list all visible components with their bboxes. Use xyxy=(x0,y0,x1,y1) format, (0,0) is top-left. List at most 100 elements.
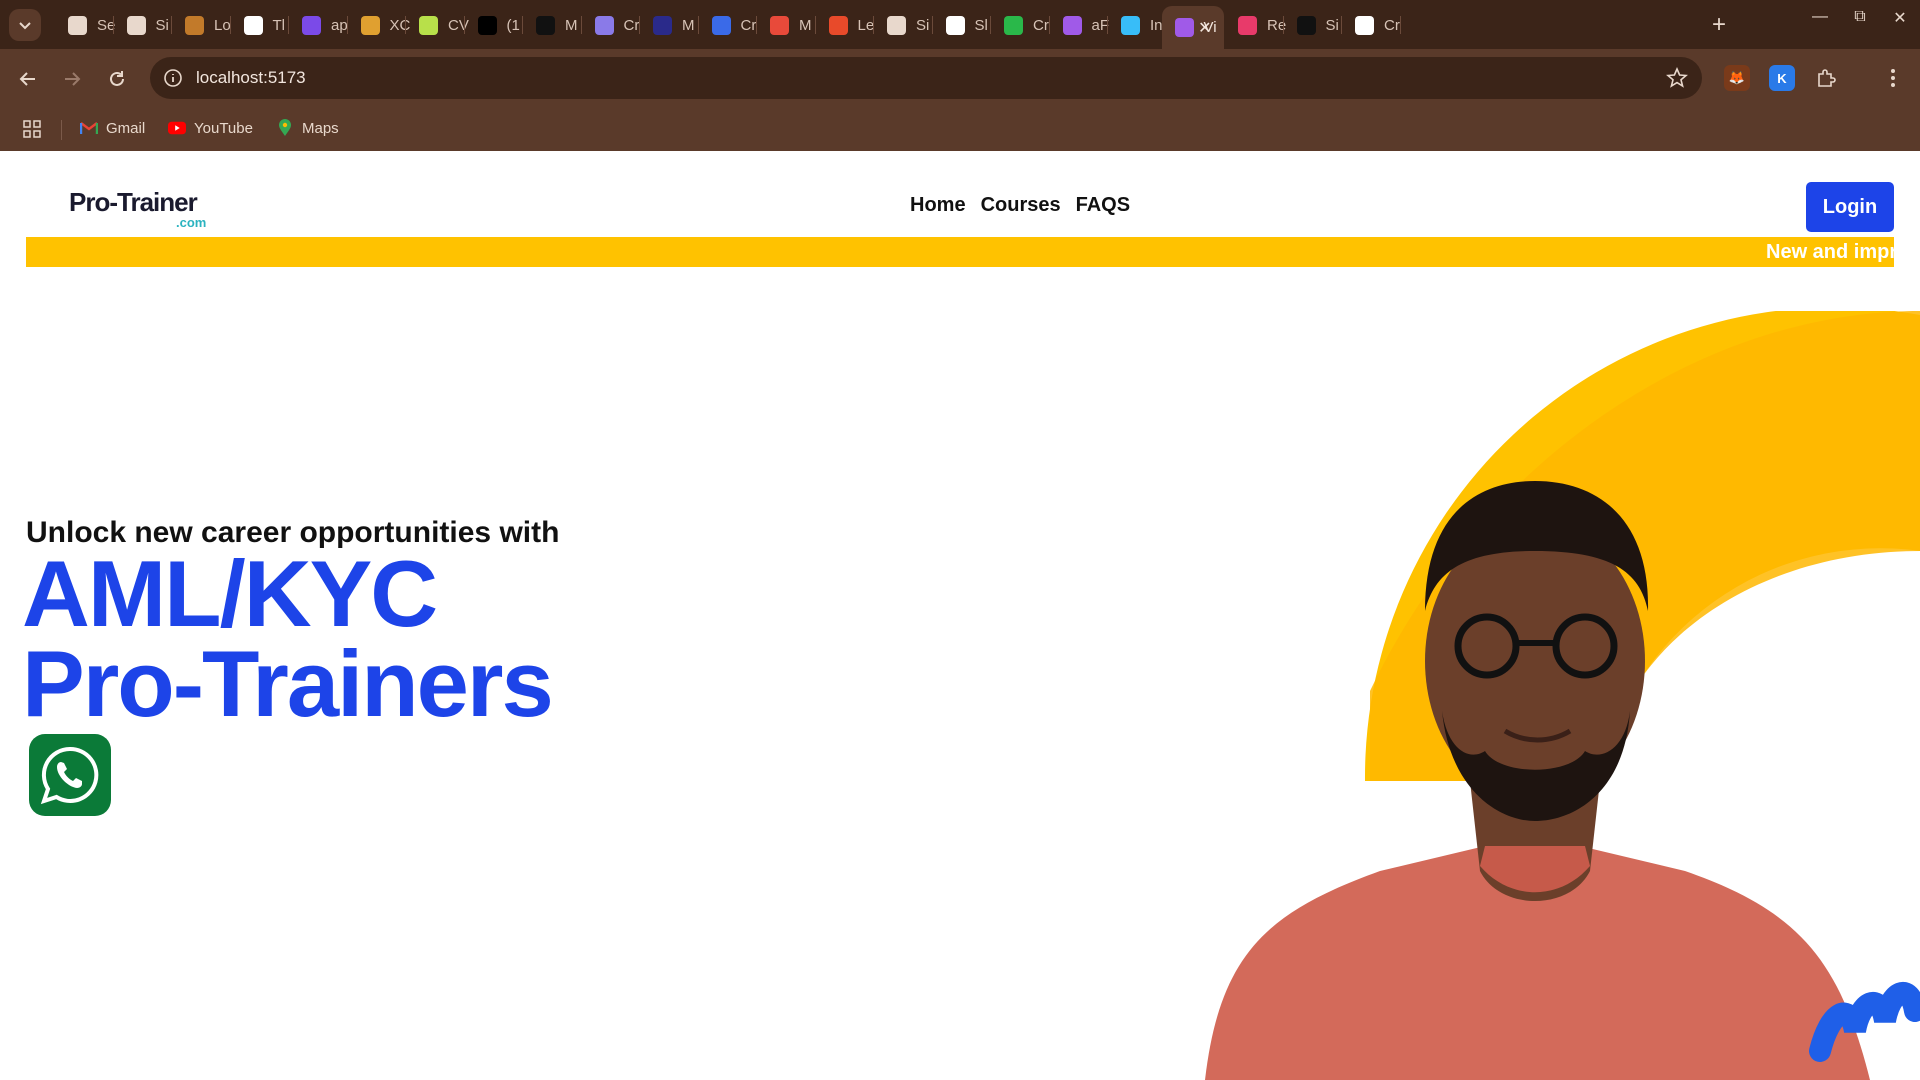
forward-button[interactable] xyxy=(56,63,88,95)
logo-name: Pro-Trainer xyxy=(69,187,198,217)
browser-tab[interactable]: (1 xyxy=(465,10,523,40)
browser-tab[interactable]: M xyxy=(523,10,582,40)
browser-tab-label: Si xyxy=(916,16,930,34)
bookmark-gmail[interactable]: Gmail xyxy=(80,119,145,137)
address-bar[interactable]: localhost:5173 xyxy=(150,57,1702,99)
chevron-down-icon xyxy=(19,22,31,30)
fox-extension-icon[interactable]: 🦊 xyxy=(1724,65,1750,91)
github-icon xyxy=(945,15,965,35)
browser-tab[interactable]: Sl xyxy=(933,10,991,40)
circle-logo-icon xyxy=(185,15,204,35)
browser-tab-label: Cr xyxy=(1384,16,1400,34)
floppy-icon xyxy=(594,15,614,35)
browser-tab[interactable]: Tl xyxy=(231,10,289,40)
ticker-text: New and impr xyxy=(1766,241,1894,263)
restore-window-button[interactable]: ⧉ xyxy=(1840,8,1880,26)
browser-tab[interactable]: Re xyxy=(1225,10,1286,40)
close-tab-icon[interactable]: ✕ xyxy=(1198,18,1211,38)
browser-tab[interactable]: Cr xyxy=(582,10,640,40)
bookmark-maps-label: Maps xyxy=(302,119,339,137)
c-logo-icon xyxy=(1004,15,1023,35)
browser-tab[interactable]: Le xyxy=(816,10,874,40)
browser-tab[interactable]: Vi ✕ xyxy=(1161,6,1224,49)
site-logo[interactable]: Pro-Trainer .com xyxy=(69,187,206,230)
browser-toolbar: localhost:5173 🦊 K xyxy=(0,49,1920,108)
browser-tab[interactable]: Si xyxy=(114,10,172,40)
browser-tab[interactable]: aF xyxy=(1050,10,1109,40)
nav-home-link[interactable]: Home xyxy=(910,194,966,217)
bookmarks-bar: Gmail YouTube Maps xyxy=(0,108,1920,151)
browser-tab-strip: Se Si Lo Tl ap XC CV (1 M Cr M Cr M Le Si Sl Cr aF In Vi ✕ Re… xyxy=(0,0,1920,49)
command-icon xyxy=(1062,15,1082,35)
nav-courses-link[interactable]: Courses xyxy=(981,194,1061,217)
browser-menu-kebab-icon[interactable] xyxy=(1880,65,1906,91)
whatsapp-button[interactable] xyxy=(29,734,111,816)
browser-tab-label: Tl xyxy=(272,16,286,34)
browser-tab-label: M xyxy=(682,16,695,34)
browser-tab-label: Si xyxy=(1325,16,1339,34)
hero-illustration xyxy=(1205,311,1920,1080)
bookmark-youtube[interactable]: YouTube xyxy=(168,119,253,137)
bookmark-youtube-label: YouTube xyxy=(194,119,253,137)
new-tab-button[interactable]: + xyxy=(1704,10,1734,40)
browser-tab-label: M xyxy=(799,16,812,34)
k-extension-icon[interactable]: K xyxy=(1769,65,1795,91)
gmail-m-icon xyxy=(770,15,789,35)
browser-tab-label: Cr xyxy=(740,16,757,34)
back-button[interactable] xyxy=(12,63,44,95)
globe-icon xyxy=(887,15,906,35)
cv-logo-icon xyxy=(419,15,438,35)
extensions-puzzle-icon[interactable] xyxy=(1813,65,1839,91)
tab-separator xyxy=(1399,16,1401,34)
browser-tab[interactable]: M xyxy=(640,10,699,40)
x-twitter-icon xyxy=(477,15,497,35)
logo-domain: .com xyxy=(176,215,207,230)
ring-logo-icon xyxy=(653,15,672,35)
browser-tab[interactable]: Si xyxy=(874,10,933,40)
browser-tab[interactable]: XC xyxy=(348,10,410,40)
browser-tab[interactable]: Cr xyxy=(699,10,757,40)
bookmark-maps[interactable]: Maps xyxy=(276,119,339,137)
hero-title: AML/KYC Pro-Trainers xyxy=(22,541,554,736)
browser-tab[interactable]: Se xyxy=(55,10,115,40)
hero-title-line-1: AML/KYC xyxy=(22,541,438,646)
nav-faqs-link[interactable]: FAQS xyxy=(1076,194,1130,217)
browser-tab[interactable]: M xyxy=(757,10,816,40)
main-nav: Home Courses FAQS xyxy=(910,194,1130,217)
browser-tab-label: Cr xyxy=(623,16,640,34)
url-text: localhost:5173 xyxy=(196,68,306,87)
login-button[interactable]: Login xyxy=(1806,182,1894,232)
minimize-window-button[interactable]: — xyxy=(1800,8,1840,26)
react-icon xyxy=(1238,15,1257,35)
github-icon xyxy=(1355,15,1374,35)
browser-tab[interactable]: Cr xyxy=(991,10,1050,40)
site-info-icon[interactable] xyxy=(162,67,184,89)
bookmarks-divider xyxy=(61,120,62,140)
shadcn-icon xyxy=(1296,15,1316,35)
m-orange-icon xyxy=(828,15,848,35)
announcement-ticker: New and impr xyxy=(26,237,1894,267)
api-icon xyxy=(711,15,731,35)
tailwind-icon xyxy=(1121,15,1140,35)
bookmark-star-icon[interactable] xyxy=(1666,67,1688,89)
reload-button[interactable] xyxy=(101,63,133,95)
browser-tab[interactable]: ap xyxy=(289,10,348,40)
browser-tab-label: Si xyxy=(155,16,169,34)
browser-tab[interactable]: CV xyxy=(406,10,469,40)
arrow-left-icon xyxy=(19,72,35,86)
x-cross-icon xyxy=(360,15,380,35)
browser-tab[interactable]: Lo xyxy=(172,10,231,40)
browser-tab-label: ap xyxy=(331,16,348,34)
browser-tab[interactable]: Cr xyxy=(1342,10,1401,40)
m-logo-icon xyxy=(536,15,555,35)
globe-icon xyxy=(126,15,146,35)
gear-icon xyxy=(68,15,87,35)
tab-search-button[interactable] xyxy=(9,9,41,41)
browser-tab[interactable]: In xyxy=(1108,10,1167,40)
browser-tab-label: Sl xyxy=(974,16,988,34)
hero-title-line-2: Pro-Trainers xyxy=(22,631,554,736)
octopus-icon xyxy=(243,15,263,35)
browser-tab[interactable]: Si xyxy=(1284,10,1342,40)
close-window-button[interactable]: ✕ xyxy=(1880,8,1920,28)
apps-grid-button[interactable] xyxy=(22,119,42,139)
